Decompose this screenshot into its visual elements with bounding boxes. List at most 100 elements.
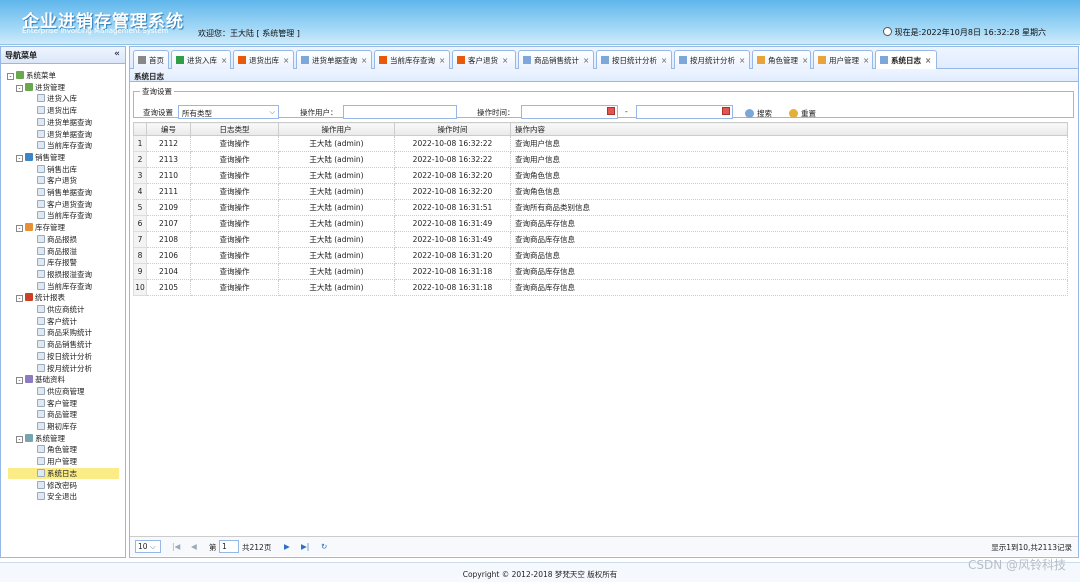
column-header[interactable]: 日志类型	[190, 122, 279, 136]
page-size-select[interactable]: 10 ⌵	[135, 540, 161, 553]
close-icon[interactable]: ×	[739, 56, 745, 65]
nav-item[interactable]: 当前库存查询	[37, 210, 92, 221]
toggle-icon[interactable]: -	[16, 154, 23, 162]
tab-item[interactable]: 进货入库 ×	[171, 50, 231, 69]
refresh-icon[interactable]: ↻	[321, 542, 327, 551]
nav-item[interactable]: 按日统计分析	[37, 351, 92, 362]
nav-item[interactable]: 销售单据查询	[37, 187, 92, 198]
close-icon[interactable]: ×	[802, 56, 808, 65]
table-row[interactable]: 2 2113 查询操作 王大陆 (admin) 2022-10-08 16:32:22 查…	[133, 151, 1068, 168]
column-header[interactable]: 操作时间	[394, 122, 511, 136]
nav-item[interactable]: 当前库存查询	[37, 140, 92, 151]
close-icon[interactable]: ×	[583, 56, 589, 65]
table-row[interactable]: 7 2108 查询操作 王大陆 (admin) 2022-10-08 16:31:49 查…	[133, 231, 1068, 248]
nav-item[interactable]: 安全退出	[37, 491, 77, 502]
tab-item[interactable]: 当前库存查询 ×	[374, 50, 450, 69]
nav-item[interactable]: 报损报溢查询	[37, 269, 92, 280]
tab-item[interactable]: 按日统计分析 ×	[596, 50, 672, 69]
toggle-icon[interactable]: -	[16, 435, 23, 443]
close-icon[interactable]: ×	[863, 56, 869, 65]
last-page-icon[interactable]: ▶|	[301, 542, 309, 551]
table-row[interactable]: 6 2107 查询操作 王大陆 (admin) 2022-10-08 16:31:49 查…	[133, 215, 1068, 232]
toggle-icon[interactable]: -	[16, 377, 23, 385]
nav-item[interactable]: 当前库存查询	[37, 281, 92, 292]
toggle-icon[interactable]: -	[16, 84, 23, 92]
column-header[interactable]: 操作用户	[278, 122, 395, 136]
close-icon[interactable]: ×	[661, 56, 667, 65]
close-icon[interactable]: ×	[439, 56, 445, 65]
close-icon[interactable]: ×	[502, 56, 508, 65]
tab-item[interactable]: 客户退货 ×	[452, 50, 516, 69]
toggle-icon[interactable]: -	[16, 295, 23, 303]
nav-group[interactable]: - 库存管理	[16, 222, 65, 233]
nav-item[interactable]: 客户统计	[37, 316, 77, 327]
nav-item[interactable]: 进货入库	[37, 93, 77, 104]
user-input[interactable]	[343, 105, 457, 119]
nav-group[interactable]: - 基础资料	[16, 374, 65, 385]
nav-item[interactable]: 商品报溢	[37, 246, 77, 257]
tab-item[interactable]: 进货单据查询 ×	[296, 50, 372, 69]
nav-item[interactable]: 角色管理	[37, 444, 77, 455]
nav-item[interactable]: 系统日志	[8, 467, 119, 479]
column-header[interactable]: 操作内容	[510, 122, 1068, 136]
nav-item[interactable]: 按月统计分析	[37, 363, 92, 374]
table-row[interactable]: 4 2111 查询操作 王大陆 (admin) 2022-10-08 16:32:20 查…	[133, 183, 1068, 200]
prev-page-icon[interactable]: ◀	[191, 542, 197, 551]
calendar-icon[interactable]	[722, 107, 730, 115]
tab-item[interactable]: 商品销售统计 ×	[518, 50, 594, 69]
calendar-icon[interactable]	[607, 107, 615, 115]
close-icon[interactable]: ×	[361, 56, 367, 65]
table-row[interactable]: 5 2109 查询操作 王大陆 (admin) 2022-10-08 16:31:51 查…	[133, 199, 1068, 216]
table-row[interactable]: 8 2106 查询操作 王大陆 (admin) 2022-10-08 16:31:20 查…	[133, 247, 1068, 264]
page-icon	[37, 258, 45, 267]
page-number-input[interactable]: 1	[219, 540, 239, 553]
next-page-icon[interactable]: ▶	[284, 542, 290, 551]
column-header[interactable]: 编号	[146, 122, 191, 136]
nav-group[interactable]: - 销售管理	[16, 152, 65, 163]
table-row[interactable]: 9 2104 查询操作 王大陆 (admin) 2022-10-08 16:31:18 查…	[133, 263, 1068, 280]
nav-group[interactable]: - 进货管理	[16, 82, 65, 93]
nav-item[interactable]: 退货单据查询	[37, 129, 92, 140]
log-type-select[interactable]: 所有类型 ⌵	[178, 105, 279, 119]
search-button[interactable]: 搜索	[745, 108, 772, 119]
nav-item[interactable]: 销售出库	[37, 164, 77, 175]
table-row[interactable]: 1 2112 查询操作 王大陆 (admin) 2022-10-08 16:32:22 查…	[133, 135, 1068, 152]
first-page-icon[interactable]: |◀	[172, 542, 180, 551]
toggle-icon[interactable]: -	[16, 225, 23, 233]
nav-item[interactable]: 商品采购统计	[37, 327, 92, 338]
tab-item[interactable]: 系统日志 ×	[875, 50, 937, 70]
nav-item[interactable]: 库存报警	[37, 257, 77, 268]
nav-item[interactable]: 供应商管理	[37, 386, 85, 397]
nav-item[interactable]: 客户退货	[37, 175, 77, 186]
nav-item[interactable]: 用户管理	[37, 456, 77, 467]
nav-group[interactable]: - 统计报表	[16, 292, 65, 303]
nav-item[interactable]: 商品销售统计	[37, 339, 92, 350]
close-icon[interactable]: ×	[221, 56, 227, 65]
tab-item[interactable]: 退货出库 ×	[233, 50, 294, 69]
toggle-icon[interactable]: -	[7, 73, 14, 80]
tab-item[interactable]: 用户管理 ×	[813, 50, 873, 69]
nav-item[interactable]: 退货出库	[37, 105, 77, 116]
nav-item[interactable]: 商品管理	[37, 409, 77, 420]
start-time-input[interactable]	[521, 105, 618, 119]
reset-button[interactable]: 重置	[789, 108, 816, 119]
nav-item[interactable]: 商品报损	[37, 234, 77, 245]
nav-item[interactable]: 期初库存	[37, 421, 77, 432]
close-icon[interactable]: ×	[283, 56, 289, 65]
log-table: 编号 日志类型 操作用户 操作时间 操作内容 1 2112 查询操作 王大陆 (admin) 20…	[133, 122, 1068, 296]
table-row[interactable]: 10 2105 查询操作 王大陆 (admin) 2022-10-08 16:31:18…	[133, 279, 1068, 296]
nav-group[interactable]: - 系统管理	[16, 433, 65, 444]
tab-item[interactable]: 首页	[133, 50, 169, 69]
nav-item[interactable]: 进货单据查询	[37, 117, 92, 128]
tab-item[interactable]: 角色管理 ×	[752, 50, 811, 69]
nav-item[interactable]: 供应商统计	[37, 304, 85, 315]
table-row[interactable]: 3 2110 查询操作 王大陆 (admin) 2022-10-08 16:32:20 查…	[133, 167, 1068, 184]
nav-item[interactable]: 客户退货查询	[37, 199, 92, 210]
tab-item[interactable]: 按月统计分析 ×	[674, 50, 750, 69]
nav-item[interactable]: 修改密码	[37, 480, 77, 491]
nav-item[interactable]: 客户管理	[37, 398, 77, 409]
collapse-icon[interactable]: «	[114, 49, 120, 59]
close-icon[interactable]: ×	[925, 56, 931, 65]
tree-root[interactable]: - 系统菜单	[7, 70, 56, 81]
end-time-input[interactable]	[636, 105, 733, 119]
